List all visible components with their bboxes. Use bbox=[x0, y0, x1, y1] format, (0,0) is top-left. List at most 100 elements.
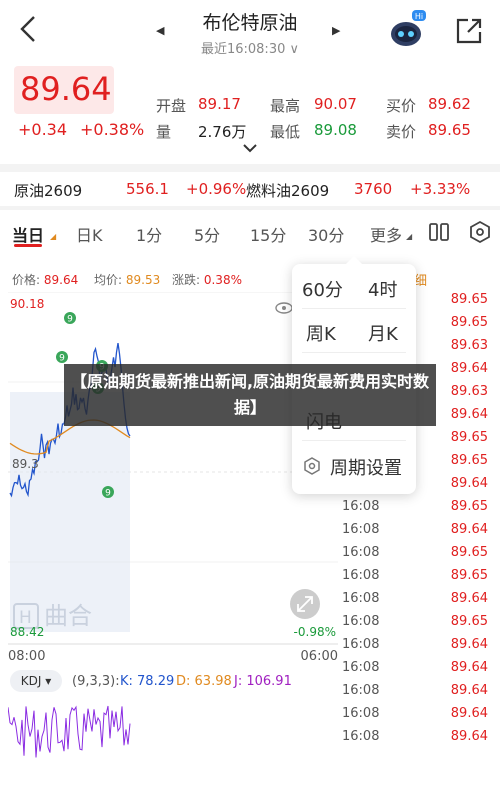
tick-price: 89.64 bbox=[450, 637, 488, 652]
tick-time: 16:08 bbox=[342, 637, 380, 652]
price-change: +0.34 bbox=[18, 120, 68, 139]
tab-5min[interactable]: 5分 bbox=[194, 222, 220, 246]
price-info-label: 价格: bbox=[12, 273, 44, 287]
fullscreen-icon[interactable] bbox=[290, 589, 320, 619]
headline-banner: 【原油期货最新推出新闻,原油期货最新费用实时数据】 bbox=[64, 364, 436, 426]
open-label: 开盘 bbox=[156, 97, 187, 115]
tick-price: 89.65 bbox=[450, 453, 488, 468]
prev-contract-icon[interactable]: ◀ bbox=[156, 24, 164, 37]
open-value: 89.17 bbox=[198, 95, 241, 113]
related-contract-2-percent: +3.33% bbox=[410, 180, 471, 198]
low-value: 89.08 bbox=[314, 121, 357, 139]
change-info-value: 0.38% bbox=[203, 273, 242, 287]
tick-price: 89.64 bbox=[450, 407, 488, 422]
tab-daily-k[interactable]: 日K bbox=[76, 222, 103, 246]
settings-hexagon-icon[interactable] bbox=[468, 220, 492, 244]
chart-bottom-value: 88.42 bbox=[10, 625, 44, 639]
kdj-d-value: D: 63.98 bbox=[176, 674, 232, 689]
chart-start-time: 08:00 bbox=[8, 649, 45, 664]
tab-intraday[interactable]: 当日 bbox=[12, 222, 44, 246]
related-contract-2-price: 3760 bbox=[354, 180, 393, 198]
menu-item-60min[interactable]: 60分 bbox=[302, 276, 343, 302]
assistant-robot-icon[interactable]: Hi bbox=[386, 10, 426, 50]
share-icon[interactable] bbox=[454, 16, 484, 46]
next-contract-icon[interactable]: ▶ bbox=[332, 24, 340, 37]
tick-time: 16:08 bbox=[342, 499, 380, 514]
volume-value: 2.76万 bbox=[198, 123, 247, 141]
ask-label: 卖价 bbox=[386, 123, 417, 141]
tab-1min[interactable]: 1分 bbox=[136, 222, 162, 246]
tick-time: 16:08 bbox=[342, 660, 380, 675]
divider bbox=[0, 206, 500, 210]
tab-more[interactable]: 更多 bbox=[370, 222, 402, 246]
tab-15min[interactable]: 15分 bbox=[250, 222, 286, 246]
related-contract-1-price: 556.1 bbox=[126, 180, 169, 198]
tick-price: 89.65 bbox=[450, 614, 488, 629]
ask-value: 89.65 bbox=[428, 121, 471, 139]
active-tab-indicator bbox=[14, 244, 42, 247]
kdj-j-value: J: 106.91 bbox=[234, 674, 292, 689]
indicator-selector[interactable]: KDJ ▾ bbox=[10, 670, 62, 692]
bid-value: 89.62 bbox=[428, 95, 471, 113]
tick-price: 89.65 bbox=[450, 315, 488, 330]
avg-info-value: 89.53 bbox=[125, 273, 161, 287]
tick-price: 89.64 bbox=[450, 476, 488, 491]
tick-price: 89.65 bbox=[450, 292, 488, 307]
expand-chevron-icon[interactable] bbox=[242, 142, 258, 154]
menu-item-4hour[interactable]: 4时 bbox=[368, 276, 397, 302]
page-title: 布伦特原油 bbox=[202, 12, 298, 34]
svg-text:曲合: 曲合 bbox=[44, 602, 92, 630]
signal-marker-label: 9 bbox=[105, 489, 111, 499]
price-info-value: 89.64 bbox=[43, 273, 79, 287]
tick-price: 89.64 bbox=[450, 522, 488, 537]
divider bbox=[0, 164, 500, 172]
high-label: 最高 bbox=[270, 97, 301, 115]
tick-price: 89.65 bbox=[450, 568, 488, 583]
tick-price: 89.65 bbox=[450, 499, 488, 514]
last-price: 89.64 bbox=[20, 70, 112, 108]
change-info: 涨跌: 0.38% bbox=[172, 271, 242, 288]
menu-item-weekly-k[interactable]: 周K bbox=[306, 320, 336, 346]
tick-time: 16:08 bbox=[342, 591, 380, 606]
avg-info-label: 均价: bbox=[94, 273, 126, 287]
dropdown-arrow bbox=[346, 256, 362, 264]
tick-time: 16:08 bbox=[342, 568, 380, 583]
tick-time: 16:08 bbox=[342, 522, 380, 537]
kdj-k-value: K: 78.29 bbox=[120, 674, 175, 689]
avg-info: 均价: 89.53 bbox=[94, 271, 160, 288]
change-info-label: 涨跌: bbox=[172, 273, 204, 287]
related-contract-1-percent: +0.96% bbox=[186, 180, 247, 198]
tick-time: 16:08 bbox=[342, 729, 380, 744]
signal-marker-label: 9 bbox=[67, 315, 73, 325]
related-contract-2-name[interactable]: 燃料油2609 bbox=[246, 180, 329, 201]
tick-time: 16:08 bbox=[342, 614, 380, 629]
tick-price: 89.64 bbox=[450, 591, 488, 606]
tick-price: 89.64 bbox=[450, 683, 488, 698]
tick-price: 89.64 bbox=[450, 660, 488, 675]
tick-time: 16:08 bbox=[342, 706, 380, 721]
menu-item-period-settings[interactable]: 周期设置 bbox=[330, 454, 402, 480]
tick-price: 89.65 bbox=[450, 430, 488, 445]
price-change-percent: +0.38% bbox=[80, 120, 145, 139]
bid-label: 买价 bbox=[386, 97, 417, 115]
chart-top-value: 90.18 bbox=[10, 297, 44, 311]
low-label: 最低 bbox=[270, 123, 301, 141]
last-update-time[interactable]: 最近16:08:30 ∨ bbox=[180, 38, 320, 57]
tick-price: 89.63 bbox=[450, 384, 488, 399]
back-icon[interactable] bbox=[14, 14, 44, 44]
tab-30min[interactable]: 30分 bbox=[308, 222, 344, 246]
tick-price: 89.64 bbox=[450, 729, 488, 744]
split-view-icon[interactable] bbox=[428, 222, 450, 242]
kdj-params: (9,3,3): bbox=[72, 674, 120, 689]
intraday-chart[interactable]: H 曲合 88.42 -0.98% 90.18 89.3 08:00 06:00… bbox=[8, 292, 338, 712]
menu-item-monthly-k[interactable]: 月K bbox=[368, 320, 398, 346]
period-settings-icon bbox=[304, 457, 320, 475]
robot-badge: Hi bbox=[415, 12, 423, 21]
tick-time: 16:08 bbox=[342, 683, 380, 698]
tick-time: 16:08 bbox=[342, 545, 380, 560]
kdj-chart[interactable] bbox=[8, 698, 138, 762]
price-info: 价格: 89.64 bbox=[12, 271, 78, 288]
tick-price: 89.63 bbox=[450, 338, 488, 353]
related-contract-1-name[interactable]: 原油2609 bbox=[14, 180, 82, 201]
signal-marker-label: 9 bbox=[59, 354, 65, 364]
